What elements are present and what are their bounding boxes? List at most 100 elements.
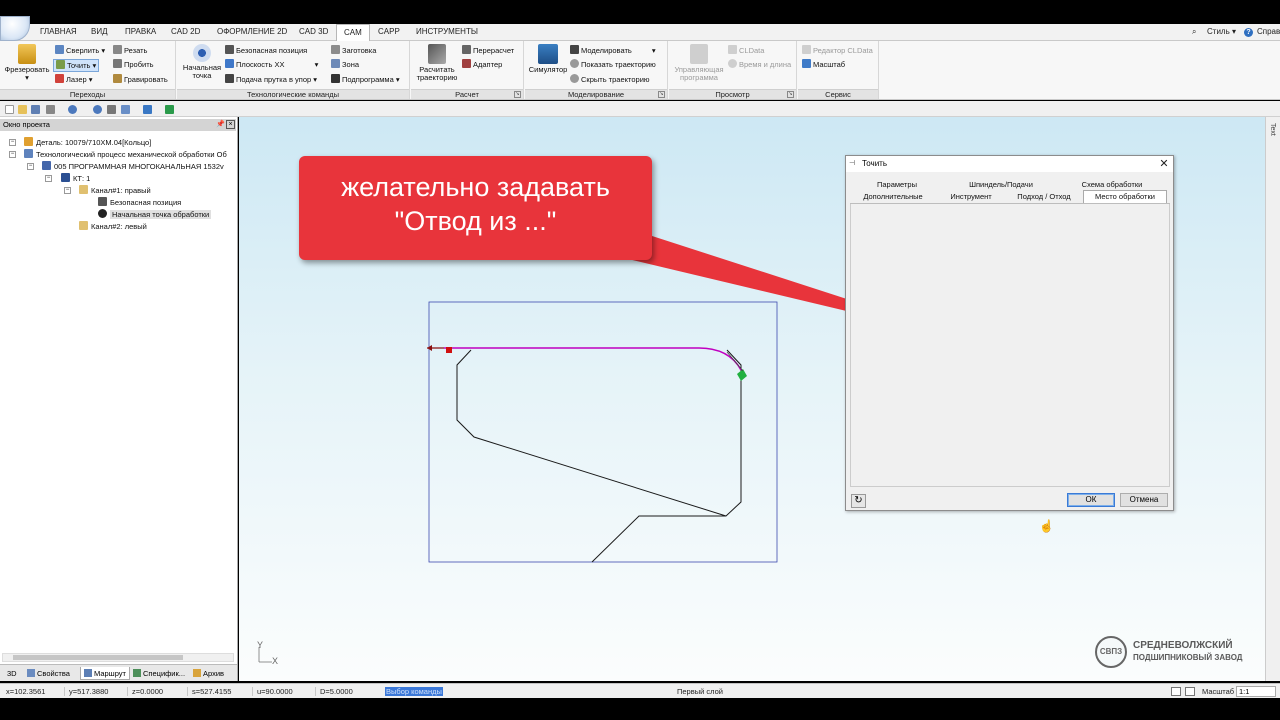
- tab-arhiv[interactable]: Архив: [190, 667, 227, 680]
- menu-item-cad3d[interactable]: CAD 3D: [299, 27, 328, 36]
- save-icon[interactable]: [31, 105, 40, 114]
- menu-item-vid[interactable]: ВИД: [91, 27, 108, 36]
- help-icon[interactable]: ?: [1244, 28, 1253, 37]
- tree-item-kt[interactable]: КТ: 1: [61, 173, 90, 184]
- search-icon[interactable]: ⌕: [1192, 27, 1196, 37]
- tab-svoystva[interactable]: Свойства: [24, 667, 73, 680]
- tab-3d[interactable]: 3D: [4, 667, 20, 680]
- tab-parametry[interactable]: Параметры: [854, 179, 940, 191]
- menu-item-cam[interactable]: CAM: [336, 24, 370, 41]
- probit-label: Пробить: [124, 60, 154, 69]
- probit-button[interactable]: Пробить: [113, 59, 154, 70]
- group-launcher-icon[interactable]: ↘: [658, 91, 665, 98]
- refresh-button[interactable]: ↻: [851, 494, 866, 508]
- pereraschet-button[interactable]: Перерасчет: [462, 45, 514, 56]
- tab-dopolnitelnye[interactable]: Дополнительные: [854, 191, 932, 203]
- tab-mesto-obrabotki[interactable]: Место обработки: [1083, 190, 1167, 204]
- lazer-button[interactable]: Лазер ▾: [55, 74, 93, 85]
- view-icon[interactable]: [143, 105, 152, 114]
- export-icon[interactable]: [165, 105, 174, 114]
- menu-item-pravka[interactable]: ПРАВКА: [125, 27, 156, 36]
- tree-item-nach[interactable]: Начальная точка обработки: [98, 209, 212, 220]
- help-menu[interactable]: Справка: [1257, 27, 1280, 36]
- side-panel-strip[interactable]: Text: [1265, 117, 1280, 681]
- skryt-button[interactable]: Скрыть траекторию: [570, 74, 650, 85]
- tab-marshrut[interactable]: Маршрут: [80, 667, 130, 680]
- cldata-button[interactable]: CLData: [728, 45, 764, 56]
- podprogramma-button[interactable]: Подпрограмма ▾: [331, 74, 400, 85]
- side-tab-label[interactable]: Text: [1269, 123, 1276, 136]
- drill-icon: [55, 45, 64, 54]
- group-launcher-icon[interactable]: ↘: [514, 91, 521, 98]
- style-menu[interactable]: Стиль ▾: [1207, 27, 1236, 36]
- tree-collapse-icon[interactable]: −: [27, 163, 34, 170]
- tochit-dialog: Точить ⊣ ✕ Параметры Шпиндель/Подачи Схе…: [845, 155, 1174, 533]
- menu-item-cad2d[interactable]: CAD 2D: [171, 27, 200, 36]
- tree-item-operation[interactable]: 005 ПРОГРАММНАЯ МНОГОКАНАЛЬНАЯ 1532v: [42, 161, 224, 172]
- close-icon[interactable]: ×: [226, 120, 235, 129]
- adapter-button[interactable]: Адаптер: [462, 59, 502, 70]
- pin-icon[interactable]: 📌: [216, 120, 225, 129]
- plane-icon: [225, 59, 234, 68]
- undo-icon[interactable]: [68, 105, 77, 114]
- podacha-button[interactable]: Подача прутка в упор ▾: [225, 74, 317, 85]
- ploskost-button[interactable]: Плоскость ХХ ▾: [225, 59, 318, 70]
- menu-item-capp[interactable]: CAPP: [378, 27, 400, 36]
- masshtab-button[interactable]: Масштаб: [802, 59, 845, 70]
- zona-button[interactable]: Зона: [331, 59, 359, 70]
- frezerovat-button[interactable]: Фрезеровать ▾: [4, 44, 50, 82]
- tab-shpindel[interactable]: Шпиндель/Подачи: [948, 179, 1054, 191]
- cancel-button[interactable]: Отмена: [1120, 493, 1168, 507]
- group-launcher-icon[interactable]: ↘: [787, 91, 794, 98]
- open-file-icon[interactable]: [18, 105, 27, 114]
- vremya-button[interactable]: Время и длина: [728, 59, 791, 70]
- modelirovat-button[interactable]: Моделировать ▾: [570, 45, 656, 56]
- list-icon[interactable]: [107, 105, 116, 114]
- close-icon[interactable]: ✕: [1158, 158, 1170, 170]
- tree-item-bezop[interactable]: Безопасная позиция: [98, 197, 181, 208]
- rezat-button[interactable]: Резать: [113, 45, 147, 56]
- tree-collapse-icon[interactable]: −: [45, 175, 52, 182]
- tree-icon[interactable]: [121, 105, 130, 114]
- tab-instrument[interactable]: Инструмент: [940, 191, 1002, 203]
- scale-select[interactable]: 1:1: [1236, 686, 1276, 697]
- properties-icon: [27, 669, 35, 677]
- ok-button[interactable]: ОК: [1067, 493, 1115, 507]
- sverlit-button[interactable]: Сверлить ▾: [55, 45, 105, 56]
- tree-item-kanal1[interactable]: Канал#1: правый: [79, 185, 151, 196]
- nach-tochka-label-2: точка: [192, 71, 212, 80]
- mill-icon: [18, 44, 36, 64]
- horizontal-scrollbar[interactable]: [2, 653, 234, 662]
- grid-icon[interactable]: [1185, 687, 1195, 696]
- menu-item-oformlenie[interactable]: ОФОРМЛЕНИЕ 2D: [217, 27, 287, 36]
- status-y: y=517.3880: [64, 687, 108, 696]
- redaktor-cldata-button[interactable]: Редактор CLData: [802, 45, 873, 56]
- tab-podhod-othod[interactable]: Подход / Отход: [1008, 191, 1080, 203]
- rasschitat-button[interactable]: Расчитать траекторию: [414, 44, 460, 82]
- simulyator-button[interactable]: Симулятор: [527, 44, 569, 74]
- new-file-icon[interactable]: [5, 105, 14, 114]
- gravirovat-button[interactable]: Гравировать: [113, 74, 168, 85]
- tree-collapse-icon[interactable]: −: [9, 151, 16, 158]
- tree-collapse-icon[interactable]: −: [9, 139, 16, 146]
- tree-item-tech-process[interactable]: Технологический процесс механической обр…: [24, 149, 227, 160]
- podprogramma-label: Подпрограмма: [342, 75, 394, 84]
- tree-item-detal[interactable]: Деталь: 10079/710ХМ.04[Кольцо]: [24, 137, 151, 148]
- menu-item-instrumenty[interactable]: ИНСТРУМЕНТЫ: [416, 27, 478, 36]
- tab-specifikaciya[interactable]: Специфик...: [130, 667, 188, 680]
- tree-item-kanal2[interactable]: Канал#2: левый: [79, 221, 147, 232]
- ribbon-group-label: Технологические команды: [177, 89, 409, 99]
- bezop-poz-button[interactable]: Безопасная позиция: [225, 45, 307, 56]
- tochit-button[interactable]: Точить ▾: [53, 59, 100, 72]
- zagotovka-button[interactable]: Заготовка: [331, 45, 376, 56]
- pokazat-button[interactable]: Показать траекторию: [570, 59, 656, 70]
- menu-item-glavnaya[interactable]: ГЛАВНАЯ: [40, 27, 77, 36]
- redo-icon[interactable]: [93, 105, 102, 114]
- print-icon[interactable]: [46, 105, 55, 114]
- tab-label: Маршрут: [94, 669, 126, 678]
- layers-icon[interactable]: [1171, 687, 1181, 696]
- scrollbar-thumb[interactable]: [13, 655, 183, 660]
- nach-tochka-button[interactable]: Начальная точка: [180, 44, 224, 80]
- tree-collapse-icon[interactable]: −: [64, 187, 71, 194]
- upr-programma-button[interactable]: Управляющая программа: [671, 44, 727, 82]
